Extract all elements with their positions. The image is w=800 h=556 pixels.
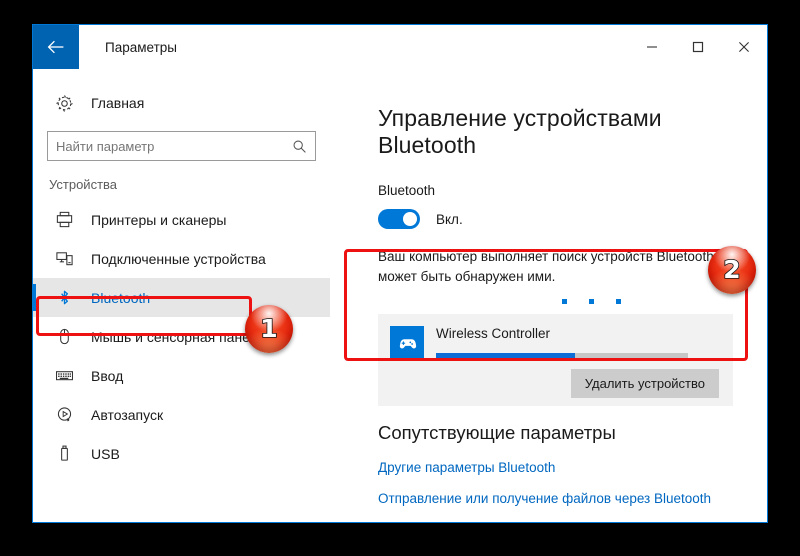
- link-send-receive-files[interactable]: Отправление или получение файлов через B…: [378, 491, 711, 506]
- window-controls: [629, 25, 767, 69]
- close-button[interactable]: [721, 25, 767, 69]
- selection-accent-bar: [33, 284, 36, 311]
- progress-dot: [561, 299, 567, 304]
- toggle-knob: [403, 212, 417, 226]
- sidebar-item-label: Автозапуск: [91, 406, 164, 423]
- autoplay-icon: [47, 405, 81, 424]
- sidebar-item-home[interactable]: Главная: [33, 83, 330, 123]
- search-icon: [292, 139, 315, 154]
- bluetooth-toggle[interactable]: [378, 209, 420, 229]
- device-info: Wireless Controller: [424, 326, 721, 360]
- mouse-icon: [47, 327, 81, 346]
- progress-dot: [615, 299, 621, 304]
- annotation-badge-1-number: 1: [259, 313, 278, 343]
- sidebar-item-autoplay[interactable]: Автозапуск: [33, 395, 330, 434]
- sidebar-item-connected-devices[interactable]: Подключенные устройства: [33, 239, 330, 278]
- gear-icon: [47, 94, 81, 113]
- related-settings-title: Сопутствующие параметры: [378, 422, 616, 443]
- sidebar-item-printers[interactable]: Принтеры и сканеры: [33, 200, 330, 239]
- title-bar: Параметры: [33, 25, 767, 69]
- sidebar-item-typing[interactable]: Ввод: [33, 356, 330, 395]
- sidebar: Главная Устройства: [33, 69, 330, 522]
- keyboard-icon: [47, 366, 81, 385]
- connected-devices-icon: [47, 249, 81, 268]
- bluetooth-label: Bluetooth: [378, 183, 436, 198]
- sidebar-item-label: USB: [91, 445, 120, 462]
- sidebar-item-label: Принтеры и сканеры: [91, 211, 227, 228]
- screenshot-stage: Параметры Главная Найти параметр Устройс…: [0, 0, 800, 556]
- annotation-badge-2: 2: [708, 246, 756, 294]
- settings-window: Параметры Главная Найти параметр Устройс…: [32, 24, 768, 523]
- minimize-button[interactable]: [629, 25, 675, 69]
- sidebar-item-home-label: Главная: [91, 95, 145, 111]
- link-more-bluetooth-settings[interactable]: Другие параметры Bluetooth: [378, 460, 555, 475]
- search-box[interactable]: [47, 131, 316, 161]
- printer-icon: [47, 210, 81, 229]
- bluetooth-status-text: Ваш компьютер выполняет поиск устройств …: [378, 249, 725, 284]
- device-card[interactable]: Wireless Controller Удалить устройство: [378, 314, 733, 406]
- search-input[interactable]: [48, 138, 292, 154]
- content-pane: Управление устройствами Bluetooth Blueto…: [330, 69, 767, 522]
- page-title: Управление устройствами Bluetooth: [378, 105, 662, 158]
- sidebar-item-label: Подключенные устройства: [91, 250, 266, 267]
- device-actions: Удалить устройство: [390, 369, 721, 398]
- bluetooth-icon: [47, 288, 81, 307]
- usb-icon: [47, 444, 81, 463]
- back-button[interactable]: [33, 25, 79, 69]
- device-progress-fill: [436, 353, 575, 360]
- toggle-state-label: Вкл.: [436, 211, 463, 227]
- back-arrow-icon: [47, 40, 65, 54]
- gamepad-icon: [390, 326, 424, 360]
- progress-dot: [588, 299, 594, 304]
- sidebar-item-label: Ввод: [91, 367, 124, 384]
- sidebar-item-usb[interactable]: USB: [33, 434, 330, 473]
- sidebar-item-label: Мышь и сенсорная панель: [91, 328, 265, 345]
- device-name: Wireless Controller: [436, 326, 551, 341]
- device-card-top: Wireless Controller: [390, 326, 721, 360]
- annotation-badge-2-number: 2: [722, 254, 741, 284]
- bluetooth-toggle-row: Вкл.: [378, 209, 733, 229]
- annotation-badge-1: 1: [245, 305, 293, 353]
- window-title: Параметры: [105, 39, 177, 55]
- sidebar-section-header: Устройства: [49, 177, 118, 192]
- remove-device-button[interactable]: Удалить устройство: [570, 369, 719, 398]
- maximize-button[interactable]: [675, 25, 721, 69]
- device-progress-bar: [436, 353, 688, 360]
- searching-indicator: [466, 299, 716, 304]
- sidebar-item-label: Bluetooth: [91, 289, 151, 306]
